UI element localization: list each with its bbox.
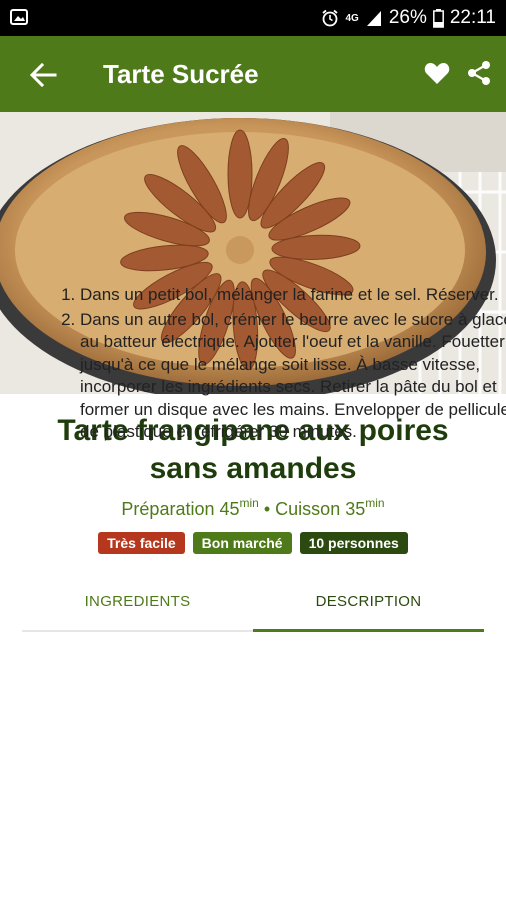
status-bar: 4G 26% 22:11 [0,0,506,36]
back-arrow-icon[interactable] [28,60,58,90]
app-bar-title: Tarte Sucrée [103,59,259,89]
recipe-timing: Préparation 45min • Cuisson 35min [0,496,506,520]
tab-ingredients[interactable]: INGREDIENTS [22,574,253,630]
app-bar: Tarte Sucrée [0,36,506,112]
network-type: 4G [345,12,359,24]
cook-time-unit: min [365,496,385,510]
share-icon[interactable] [466,60,492,86]
heart-icon[interactable] [424,61,450,85]
recipe-title-line-2: sans amandes [149,452,357,485]
recipe-badges: Très facile Bon marché 10 personnes [0,532,506,554]
signal-icon [366,11,381,26]
timing-separator: • [258,499,276,519]
servings-badge: 10 personnes [299,532,408,554]
recipe-tabs: INGREDIENTS DESCRIPTION [22,574,484,634]
description-steps: Dans un petit bol, mélanger la farine et… [46,284,506,446]
difficulty-badge: Très facile [98,532,185,554]
tab-description[interactable]: DESCRIPTION [253,574,484,630]
gallery-notification-icon [10,9,28,25]
cost-badge: Bon marché [192,532,292,554]
active-tab-indicator [253,629,484,632]
cook-time: Cuisson 35 [275,499,366,519]
clock: 22:11 [449,7,496,28]
step-item: Dans un autre bol, crémer le beurre avec… [80,309,506,444]
alarm-icon [322,9,339,27]
battery-percent: 26% [388,7,427,28]
prep-time-unit: min [239,496,259,510]
step-item: Dans un petit bol, mélanger la farine et… [80,284,506,307]
prep-time: Préparation 45 [121,499,240,519]
status-icons: 4G 26% 22:11 [321,0,496,36]
battery-icon [432,8,444,28]
